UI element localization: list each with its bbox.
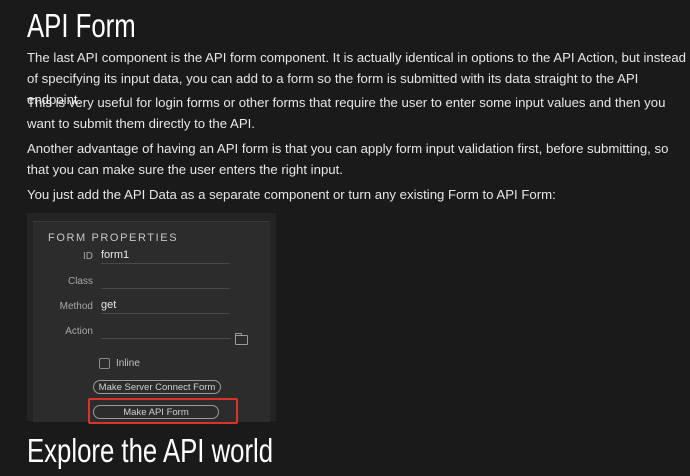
class-field-underline: [101, 288, 229, 289]
paragraph-instruction: You just add the API Data as a separate …: [27, 187, 556, 202]
inline-checkbox[interactable]: [99, 358, 110, 369]
method-label: Method: [59, 301, 93, 312]
class-label: Class: [67, 276, 93, 287]
page-title: API Form: [27, 7, 136, 44]
form-properties-title: FORM PROPERTIES: [48, 232, 179, 244]
method-field-underline: [101, 313, 229, 314]
paragraph-usage: This is very useful for login forms or o…: [27, 95, 666, 131]
id-field-underline: [101, 263, 229, 264]
inline-label: Inline: [116, 358, 140, 369]
highlight-box: [88, 398, 238, 424]
make-server-connect-form-button[interactable]: Make Server Connect Form: [93, 380, 221, 394]
form-properties-screenshot: FORM PROPERTIES ID form1 Class Method ge…: [27, 213, 276, 424]
form-properties-panel: FORM PROPERTIES ID form1 Class Method ge…: [33, 221, 270, 424]
action-field-underline: [101, 338, 231, 339]
folder-icon[interactable]: [235, 333, 248, 345]
paragraph-validation: Another advantage of having an API form …: [27, 141, 669, 177]
id-field[interactable]: form1: [101, 249, 129, 261]
section-title: Explore the API world: [27, 432, 274, 469]
id-label: ID: [83, 251, 93, 262]
action-label: Action: [65, 326, 93, 337]
method-field[interactable]: get: [101, 299, 116, 311]
